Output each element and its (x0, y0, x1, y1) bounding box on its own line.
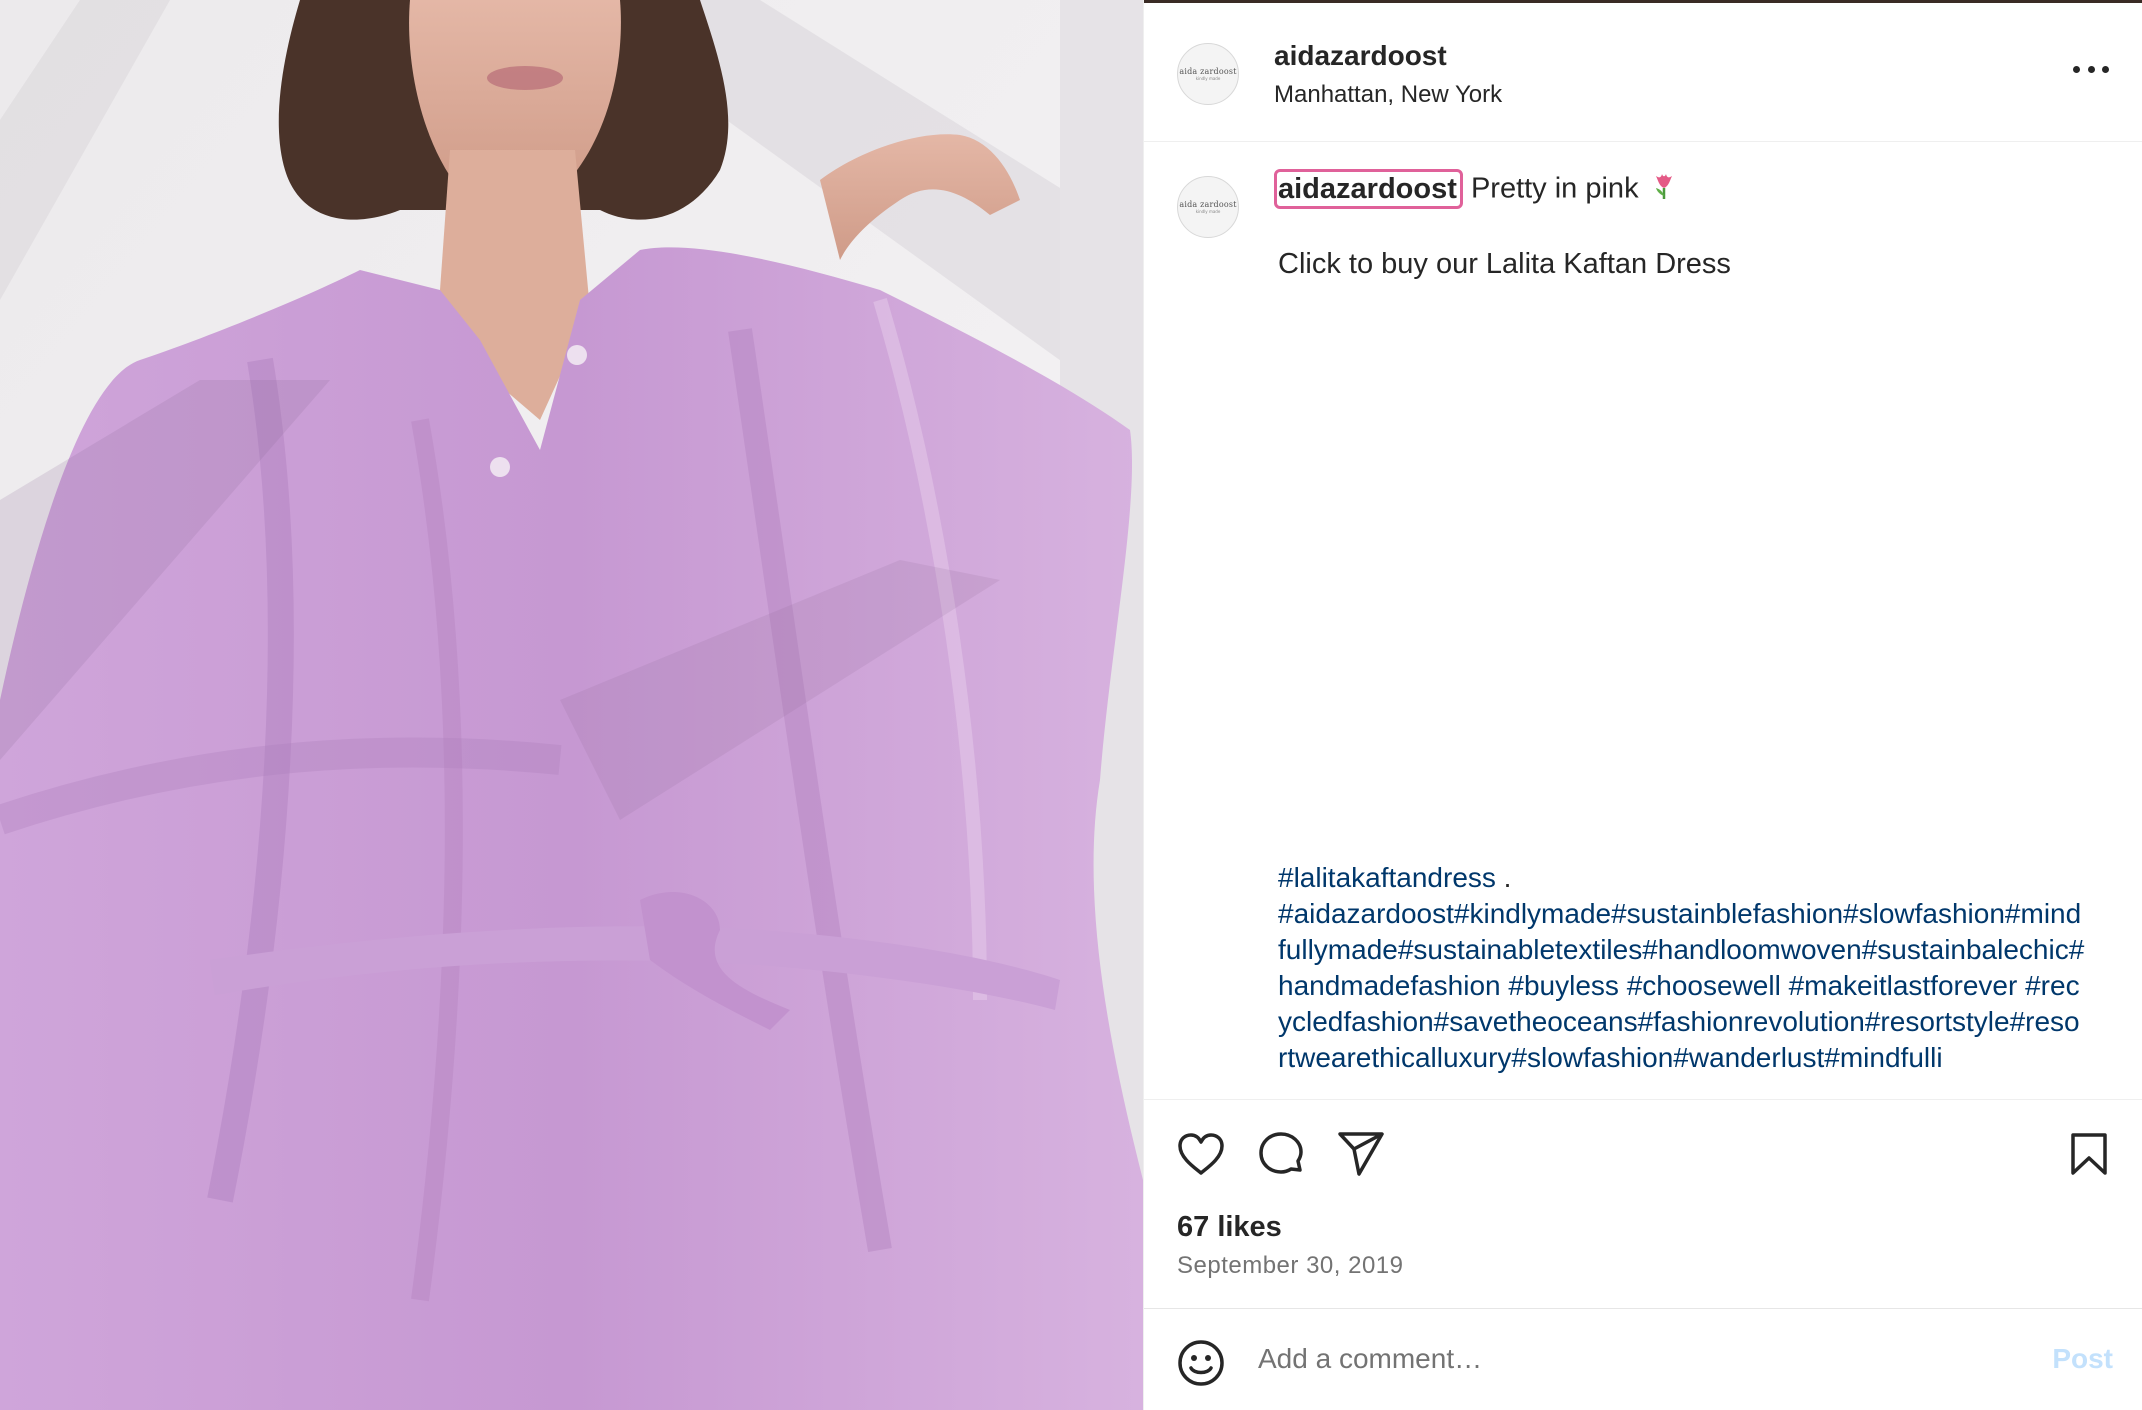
smiley-icon[interactable] (1177, 1339, 1225, 1392)
tulip-icon (1653, 172, 1675, 208)
caption-avatar[interactable]: aida zardoost kindly made (1177, 176, 1239, 238)
likes-count[interactable]: 67 likes (1177, 1211, 1282, 1244)
caption-text: Pretty in pink (1470, 172, 1639, 205)
bookmark-icon[interactable] (2069, 1131, 2109, 1182)
caption-avatar-logo-text: aida zardoost (1179, 200, 1237, 209)
post-location[interactable]: Manhattan, New York (1274, 81, 1502, 109)
avatar-logo-subtext: kindly made (1195, 76, 1221, 81)
dress-photo-illustration (0, 0, 1143, 1410)
post-side-panel: aida zardoost kindly made aidazardoost M… (1143, 0, 2142, 1410)
profile-username[interactable]: aidazardoost (1274, 40, 1447, 72)
profile-avatar[interactable]: aida zardoost kindly made (1177, 43, 1239, 105)
caption-username-link[interactable]: aidazardoost (1274, 168, 1463, 209)
comment-input[interactable] (1256, 1335, 1980, 1383)
caption-second-line: Click to buy our Lalita Kaftan Dress (1278, 248, 1731, 280)
caption-avatar-logo-subtext: kindly made (1195, 209, 1221, 214)
caption-first-line: aidazardoost Pretty in pink (1274, 168, 1675, 209)
more-options-icon[interactable] (2073, 59, 2109, 79)
share-icon[interactable] (1337, 1131, 1385, 1182)
hashtag-separator: . (1495, 862, 1512, 893)
post-photo[interactable] (0, 0, 1143, 1410)
hashtag-link[interactable]: #lalitakaftandress (1278, 862, 1496, 893)
comment-bar: Post (1144, 1308, 2142, 1410)
comment-icon[interactable] (1257, 1131, 1305, 1184)
instagram-post-view: aida zardoost kindly made aidazardoost M… (0, 0, 2142, 1410)
caption-hashtags: #lalitakaftandress . #aidazardoost#kindl… (1278, 860, 2088, 1076)
post-comment-button[interactable]: Post (2052, 1343, 2113, 1375)
avatar-logo-text: aida zardoost (1179, 67, 1237, 76)
caption-section: aida zardoost kindly made aidazardoost P… (1144, 142, 2142, 1100)
hashtag-links[interactable]: #aidazardoost#kindlymade#sustainblefashi… (1278, 898, 2084, 1073)
post-header: aida zardoost kindly made aidazardoost M… (1144, 3, 2142, 142)
post-actions: 67 likes September 30, 2019 (1144, 1100, 2142, 1300)
post-date[interactable]: September 30, 2019 (1177, 1252, 1404, 1280)
heart-icon[interactable] (1177, 1132, 1225, 1181)
